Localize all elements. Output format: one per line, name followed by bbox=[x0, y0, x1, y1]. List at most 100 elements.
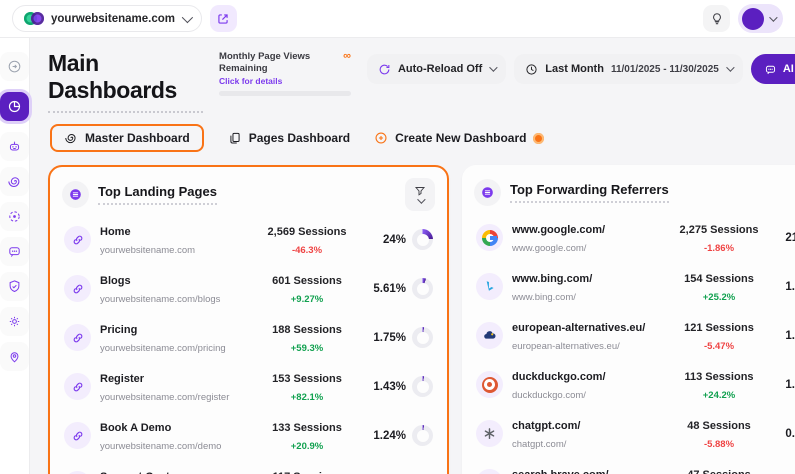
date-preset-label: Last Month bbox=[545, 63, 604, 75]
settings-gear-icon bbox=[7, 314, 22, 329]
sidebar-item-sessions[interactable] bbox=[0, 167, 29, 196]
list-item[interactable]: Home yourwebsitename.com 2,569 Sessions -4… bbox=[62, 215, 435, 264]
delta-value: -46.3% bbox=[292, 245, 322, 256]
donut-chart bbox=[412, 229, 433, 250]
site-selector[interactable]: yourwebsitename.com bbox=[12, 5, 202, 32]
list-item[interactable]: Support Centeryourwebsitename.com/suppor… bbox=[62, 460, 435, 474]
referrer-url: www.google.com/ bbox=[512, 243, 586, 254]
page-name: Home bbox=[100, 226, 131, 238]
open-website-button[interactable] bbox=[210, 5, 237, 32]
percent-value: 21.2% bbox=[780, 232, 795, 244]
top-bar: yourwebsitename.com bbox=[0, 0, 795, 38]
list-item[interactable]: www.google.com/www.google.com/ 2,275 Ses… bbox=[474, 213, 795, 262]
infinity-icon: ∞ bbox=[343, 51, 351, 62]
list-item[interactable]: chatgpt.com/chatgpt.com/ 48 Sessions-5.8… bbox=[474, 409, 795, 458]
user-menu[interactable] bbox=[738, 4, 783, 33]
donut-chart bbox=[412, 376, 433, 397]
link-icon bbox=[71, 282, 85, 296]
chat-icon bbox=[764, 63, 777, 76]
percent-value: 1.44% bbox=[780, 281, 795, 293]
sessions-value: 121 Sessions bbox=[684, 322, 754, 334]
card-title: Top Forwarding Referrers bbox=[510, 182, 669, 203]
referrer-url: duckduckgo.com/ bbox=[512, 390, 586, 401]
lightbulb-icon bbox=[710, 12, 724, 26]
page-url: yourwebsitename.com bbox=[100, 245, 195, 256]
percent-value: 1.24% bbox=[368, 430, 406, 442]
sessions-value: 47 Sessions bbox=[687, 469, 751, 474]
premium-badge-icon bbox=[533, 133, 544, 144]
ai-assistant-label: AI Assistant bbox=[783, 63, 795, 75]
page-views-progressbar bbox=[219, 91, 351, 96]
spiral-sessions-icon bbox=[7, 174, 22, 189]
chatgpt-icon bbox=[482, 426, 497, 441]
referrer-url: chatgpt.com/ bbox=[512, 439, 566, 450]
list-item[interactable]: european-alternatives.eu/european-altern… bbox=[474, 311, 795, 360]
percent-value: 24% bbox=[368, 234, 406, 246]
tab-master-dashboard[interactable]: Master Dashboard bbox=[50, 124, 204, 152]
chat-bubble-icon bbox=[7, 244, 22, 259]
sessions-value: 601 Sessions bbox=[272, 275, 342, 287]
bing-icon bbox=[482, 279, 497, 294]
click-for-details-link[interactable]: Click for details bbox=[219, 76, 351, 86]
tips-button[interactable] bbox=[703, 5, 730, 32]
page-url: yourwebsitename.com/blogs bbox=[100, 294, 220, 305]
percent-value: 5.61% bbox=[368, 283, 406, 295]
list-item[interactable]: duckduckgo.com/duckduckgo.com/ 113 Sessi… bbox=[474, 360, 795, 409]
sidebar-item-settings[interactable] bbox=[0, 307, 29, 336]
landing-filter-button[interactable] bbox=[405, 178, 435, 211]
sessions-value: 2,275 Sessions bbox=[680, 224, 759, 236]
percent-value: 1.05% bbox=[780, 379, 795, 391]
page-name: Register bbox=[100, 373, 144, 385]
delta-value: +82.1% bbox=[291, 392, 324, 403]
sessions-value: 2,569 Sessions bbox=[268, 226, 347, 238]
sidebar bbox=[0, 38, 30, 474]
database-list-icon bbox=[68, 187, 83, 202]
auto-reload-label: Auto-Reload Off bbox=[398, 63, 482, 75]
delta-value: +24.2% bbox=[703, 390, 736, 401]
donut-chart bbox=[412, 327, 433, 348]
delta-value: +59.3% bbox=[291, 343, 324, 354]
link-icon bbox=[71, 429, 85, 443]
list-item[interactable]: www.bing.com/www.bing.com/ 154 Sessions+… bbox=[474, 262, 795, 311]
page-title: Main Dashboards bbox=[48, 50, 203, 113]
sidebar-item-visitors[interactable] bbox=[0, 202, 29, 231]
landing-pages-list: Home yourwebsitename.com 2,569 Sessions -4… bbox=[62, 215, 435, 474]
list-item[interactable]: Book A Demoyourwebsitename.com/demo 133 … bbox=[62, 411, 435, 460]
google-icon bbox=[482, 230, 498, 246]
link-icon bbox=[71, 380, 85, 394]
page-views-remaining: Monthly Page Views Remaining ∞ Click for… bbox=[219, 51, 351, 96]
donut-chart bbox=[412, 278, 433, 299]
widget-icon-wrap bbox=[474, 179, 501, 206]
sessions-value: 117 Sessions bbox=[272, 471, 341, 474]
ai-assistant-button[interactable]: AI Assistant bbox=[751, 54, 795, 84]
european-alternatives-icon bbox=[482, 328, 498, 344]
avatar bbox=[742, 8, 764, 30]
sessions-value: 133 Sessions bbox=[272, 422, 342, 434]
sidebar-item-bot[interactable] bbox=[0, 132, 29, 161]
sidebar-item-security[interactable] bbox=[0, 272, 29, 301]
auto-reload-dropdown[interactable]: Auto-Reload Off bbox=[367, 54, 506, 84]
pages-icon bbox=[228, 131, 242, 145]
list-item[interactable]: Blogsyourwebsitename.com/blogs 601 Sessi… bbox=[62, 264, 435, 313]
list-item[interactable]: Registeryourwebsitename.com/register 153… bbox=[62, 362, 435, 411]
list-item[interactable]: Pricingyourwebsitename.com/pricing 188 S… bbox=[62, 313, 435, 362]
tab-pages-dashboard[interactable]: Pages Dashboard bbox=[224, 125, 354, 151]
chevron-down-icon bbox=[182, 11, 193, 22]
chevron-down-icon bbox=[726, 63, 734, 71]
sessions-value: 154 Sessions bbox=[684, 273, 754, 285]
sessions-value: 153 Sessions bbox=[272, 373, 342, 385]
sidebar-item-chat[interactable] bbox=[0, 237, 29, 266]
list-item[interactable]: search.brave.com/search.brave.com/ 47 Se… bbox=[474, 458, 795, 474]
location-pin-icon bbox=[7, 349, 22, 364]
referrer-name: duckduckgo.com/ bbox=[512, 371, 606, 383]
chevron-down-icon bbox=[489, 63, 497, 71]
delta-value: -5.47% bbox=[704, 341, 734, 352]
database-list-icon bbox=[480, 185, 495, 200]
expand-sidebar-button[interactable] bbox=[0, 52, 29, 81]
sessions-value: 48 Sessions bbox=[687, 420, 751, 432]
create-new-label: Create New Dashboard bbox=[395, 131, 526, 145]
sidebar-item-dashboards[interactable] bbox=[0, 92, 29, 121]
sidebar-item-locations[interactable] bbox=[0, 342, 29, 371]
create-new-dashboard-button[interactable]: Create New Dashboard bbox=[374, 131, 544, 145]
date-range-picker[interactable]: Last Month 11/01/2025 - 11/30/2025 bbox=[514, 54, 743, 84]
